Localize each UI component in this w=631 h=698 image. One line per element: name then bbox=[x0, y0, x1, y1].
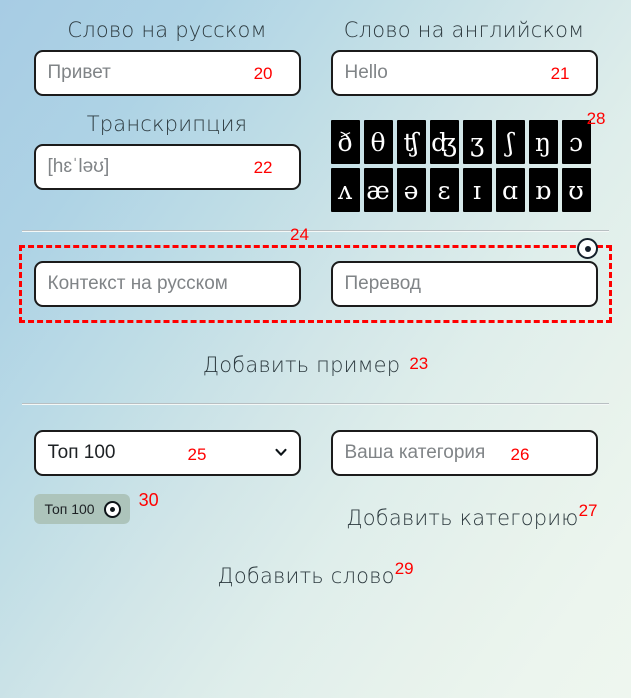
ipa-keyboard: 28 ð θ ʧ ʤ ʒ ʃ ŋ ɔ ʌ æ ə ɛ ɪ ɑ ɒ ʊ bbox=[330, 110, 606, 216]
add-word-button[interactable]: Добавить слово bbox=[217, 564, 394, 588]
example-translation-input[interactable]: Перевод bbox=[330, 261, 598, 307]
add-example-row: Добавить пример 23 bbox=[0, 353, 631, 377]
annotation-21: 21 bbox=[550, 64, 570, 83]
example-section: 24 Контекст на русском Перевод bbox=[0, 226, 631, 323]
english-word-placeholder: Hello bbox=[344, 62, 388, 83]
transcription-label: Транскрипция bbox=[86, 112, 248, 136]
ipa-key-dezh[interactable]: ʤ bbox=[429, 120, 459, 164]
add-example-button[interactable]: Добавить пример bbox=[203, 353, 401, 377]
ipa-key-ezh[interactable]: ʒ bbox=[462, 120, 492, 164]
ipa-key-script-a[interactable]: ɑ bbox=[495, 168, 525, 212]
ipa-key-turned-a[interactable]: ɒ bbox=[528, 168, 558, 212]
ipa-key-esh[interactable]: ʃ bbox=[495, 120, 525, 164]
annotation-27: 27 bbox=[578, 501, 598, 520]
add-category-row: Добавить категорию 27 bbox=[331, 494, 598, 530]
annotation-24: 24 bbox=[290, 225, 309, 244]
ipa-key-eng[interactable]: ŋ bbox=[528, 120, 558, 164]
annotation-29: 29 bbox=[394, 559, 414, 578]
category-chips-row: Топ 100 30 Добавить категорию 27 bbox=[0, 490, 631, 530]
example-row-highlight: 24 Контекст на русском Перевод bbox=[19, 226, 612, 323]
divider-above-category bbox=[22, 403, 609, 404]
selected-categories: Топ 100 30 bbox=[33, 490, 301, 524]
russian-word-placeholder: Привет bbox=[47, 62, 111, 83]
example-context-placeholder: Контекст на русском bbox=[47, 273, 228, 294]
example-translation-placeholder: Перевод bbox=[344, 273, 421, 294]
russian-word-label: Слово на русском bbox=[67, 18, 267, 42]
example-fields: Контекст на русском Перевод bbox=[22, 261, 609, 307]
custom-category-placeholder: Ваша категория bbox=[344, 442, 486, 463]
ipa-key-upsilon[interactable]: ʊ bbox=[561, 168, 591, 212]
russian-word-group: Слово на русском Привет 20 bbox=[33, 18, 301, 96]
english-word-input[interactable]: Hello 21 bbox=[330, 50, 598, 96]
add-word-form-page: Слово на русском Привет 20 Слово на англ… bbox=[0, 0, 631, 698]
remove-example-icon[interactable] bbox=[577, 238, 598, 259]
annotation-20: 20 bbox=[253, 64, 273, 83]
example-context-input[interactable]: Контекст на русском bbox=[33, 261, 301, 307]
annotation-25: 25 bbox=[187, 445, 207, 464]
submit-row: Добавить слово 29 bbox=[0, 560, 631, 588]
ipa-key-turned-v[interactable]: ʌ bbox=[330, 168, 360, 212]
ipa-key-theta[interactable]: θ bbox=[363, 120, 393, 164]
category-section: Топ 100 25 Ваша категория 26 bbox=[0, 430, 631, 476]
annotation-23: 23 bbox=[409, 354, 429, 373]
annotation-30: 30 bbox=[138, 490, 159, 510]
category-chip-label: Топ 100 bbox=[44, 501, 95, 517]
english-word-label: Слово на английском bbox=[343, 18, 585, 42]
ipa-key-tesh[interactable]: ʧ bbox=[396, 120, 426, 164]
category-select-group: Топ 100 25 bbox=[33, 430, 301, 476]
ipa-key-epsilon[interactable]: ɛ bbox=[429, 168, 459, 212]
ipa-key-small-i[interactable]: ɪ bbox=[462, 168, 492, 212]
annotation-28: 28 bbox=[586, 109, 606, 128]
english-word-group: Слово на английском Hello 21 bbox=[330, 18, 598, 96]
ipa-keyboard-row-2: ʌ æ ə ɛ ɪ ɑ ɒ ʊ bbox=[330, 168, 598, 212]
ipa-key-eth[interactable]: ð bbox=[330, 120, 360, 164]
remove-category-chip-icon[interactable] bbox=[103, 500, 121, 518]
russian-word-input[interactable]: Привет 20 bbox=[33, 50, 301, 96]
divider-above-examples bbox=[22, 230, 609, 231]
annotation-26: 26 bbox=[510, 445, 530, 464]
transcription-input[interactable]: [hɛˈləʊ] 22 bbox=[33, 144, 301, 190]
custom-category-group: Ваша категория 26 bbox=[330, 430, 598, 476]
word-fields-section: Слово на русском Привет 20 Слово на англ… bbox=[0, 0, 631, 96]
custom-category-input[interactable]: Ваша категория 26 bbox=[330, 430, 598, 476]
chevron-down-icon bbox=[274, 446, 287, 457]
transcription-section: Транскрипция [hɛˈləʊ] 22 28 ð θ ʧ ʤ ʒ ʃ … bbox=[0, 110, 631, 216]
annotation-22: 22 bbox=[253, 158, 273, 177]
category-select-value: Топ 100 bbox=[47, 442, 116, 463]
ipa-key-ash[interactable]: æ bbox=[363, 168, 393, 212]
add-category-button[interactable]: Добавить категорию bbox=[346, 506, 578, 530]
ipa-key-schwa[interactable]: ə bbox=[396, 168, 426, 212]
transcription-placeholder: [hɛˈləʊ] bbox=[47, 156, 110, 177]
category-chip-top100[interactable]: Топ 100 bbox=[33, 494, 130, 524]
transcription-group: Транскрипция [hɛˈləʊ] 22 bbox=[33, 112, 301, 216]
category-select[interactable]: Топ 100 25 bbox=[33, 430, 301, 476]
ipa-keyboard-row-1: ð θ ʧ ʤ ʒ ʃ ŋ ɔ bbox=[330, 120, 598, 164]
